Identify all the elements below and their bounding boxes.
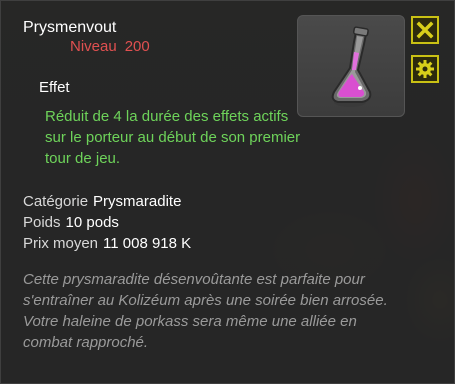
property-label: Catégorie <box>23 193 89 210</box>
item-level: Niveau 200 <box>70 38 150 55</box>
settings-button[interactable] <box>411 55 439 83</box>
item-tooltip: Prysmenvout Niveau 200 Effet Réduit de 4 … <box>0 0 455 384</box>
level-value: 200 <box>124 38 150 55</box>
property-row: Poids 10 pods <box>23 212 191 233</box>
item-image-frame <box>297 15 405 117</box>
property-row: Catégorie Prysmaradite <box>23 191 191 212</box>
item-properties: Catégorie Prysmaradite Poids 10 pods Prix … <box>23 191 191 254</box>
level-label: Niveau <box>70 38 117 55</box>
item-description: Cette prysmaradite désenvoûtante est par… <box>23 271 388 351</box>
close-button[interactable] <box>411 16 439 44</box>
property-row: Prix moyen 11 008 918 K <box>23 233 191 254</box>
property-value: 11 008 918 K <box>103 235 192 252</box>
property-value: 10 pods <box>65 214 119 231</box>
effect-text: Réduit de 4 la durée des effets actifs s… <box>45 108 301 167</box>
item-name: Prysmenvout <box>23 19 117 36</box>
potion-icon <box>331 26 372 107</box>
close-x-icon <box>416 21 434 39</box>
property-label: Prix moyen <box>23 235 99 252</box>
effect-heading: Effet <box>39 79 70 96</box>
property-value: Prysmaradite <box>93 193 182 210</box>
gear-icon <box>416 60 434 78</box>
property-label: Poids <box>23 214 61 231</box>
